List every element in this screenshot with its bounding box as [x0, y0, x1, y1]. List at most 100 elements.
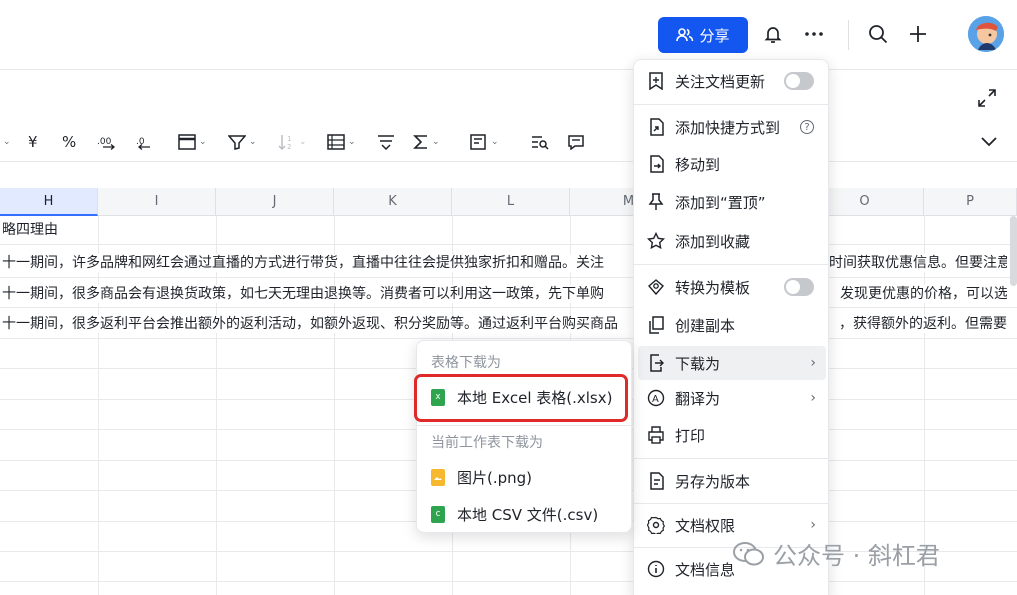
sum-icon[interactable]: ⌄: [413, 130, 440, 154]
submenu-divider: [417, 425, 631, 426]
translate-icon: A: [647, 389, 665, 407]
avatar[interactable]: [968, 16, 1004, 52]
star-icon: [647, 232, 665, 250]
watermark-text: 公众号 · 斜杠君: [773, 542, 940, 570]
column-header-L[interactable]: L: [452, 188, 570, 216]
menu-item-template[interactable]: 转换为模板: [638, 270, 826, 304]
column-header-I[interactable]: I: [98, 188, 216, 216]
shortcut-icon: [647, 118, 665, 136]
menu-divider: [634, 503, 828, 504]
column-header-P[interactable]: P: [924, 188, 1017, 216]
conditional-format-icon[interactable]: ⌄: [327, 130, 356, 154]
menu-item-label: 文档权限: [675, 516, 736, 535]
menu-item-label: 移动到: [675, 155, 721, 174]
menu-item-label: 转换为模板: [675, 278, 751, 297]
menu-item-label: 下载为: [675, 354, 721, 373]
row-line: [0, 244, 1017, 245]
pin-icon: [647, 193, 665, 211]
top-bar: 分享: [0, 0, 1017, 70]
menu-item-label: 添加到“置顶”: [675, 193, 766, 212]
info-icon: [647, 560, 665, 578]
menu-divider: [634, 458, 828, 459]
vertical-scrollbar[interactable]: [1010, 216, 1017, 286]
menu-item-label: 翻译为: [675, 389, 721, 408]
menu-item-label: 创建副本: [675, 316, 736, 335]
cell-text-overflow: 发现更优惠的价格，可以选: [840, 286, 1007, 302]
cell-text-overflow: ，获得额外的返利。但需要: [839, 316, 1007, 332]
decrease-decimal-icon[interactable]: .0: [133, 130, 153, 154]
submenu-section-header: 当前工作表下载为: [431, 435, 543, 451]
column-header-H[interactable]: H: [0, 188, 98, 216]
menu-item-label: 关注文档更新: [675, 72, 766, 91]
gear-icon: [647, 516, 665, 534]
plus-icon[interactable]: [904, 20, 932, 48]
cell-text-overflow: 时间获取优惠信息。但要注意: [829, 255, 1007, 271]
download-png-option[interactable]: 图片(.png): [421, 460, 627, 494]
menu-item-favorite[interactable]: 添加到收藏: [638, 224, 826, 258]
currency-format-button[interactable]: ¥: [28, 130, 38, 154]
share-label: 分享: [699, 26, 730, 45]
column-header-J[interactable]: J: [216, 188, 334, 216]
column-header-K[interactable]: K: [334, 188, 452, 216]
menu-divider: [634, 264, 828, 265]
template-icon: [647, 278, 665, 296]
menu-item-label: 文档信息: [675, 560, 736, 579]
more-icon[interactable]: [800, 20, 828, 48]
cell-text[interactable]: 略四理由: [2, 221, 98, 239]
fullscreen-icon[interactable]: [977, 88, 997, 108]
col-line: [216, 216, 217, 595]
menu-item-label: 另存为版本: [675, 472, 751, 491]
submenu-section-header: 表格下载为: [431, 355, 501, 371]
percent-icon: %: [62, 133, 77, 151]
data-validation-icon[interactable]: ⌄: [470, 130, 499, 154]
wrap-icon[interactable]: [377, 130, 395, 154]
chevron-right-icon: ›: [810, 355, 816, 371]
menu-item-label: 打印: [675, 426, 706, 445]
template-toggle[interactable]: [784, 278, 814, 296]
find-replace-icon[interactable]: [531, 130, 549, 154]
app-window: 分享 ⌄ ¥ % .00 .0 ⌄ ⌄ 1 2 ⌄ ⌄ ⌄ ⌄ H I J K …: [0, 0, 1017, 595]
toolbar-edge-caret-icon[interactable]: ⌄: [0, 130, 11, 154]
chevron-right-icon: ›: [810, 517, 816, 533]
col-line: [98, 216, 99, 595]
download-csv-label: 本地 CSV 文件(.csv): [457, 505, 599, 524]
divider: [848, 20, 849, 50]
search-icon[interactable]: [864, 20, 892, 48]
menu-item-duplicate[interactable]: 创建副本: [638, 308, 826, 342]
freeze-icon[interactable]: ⌄: [178, 130, 207, 154]
svg-text:.00: .00: [97, 137, 112, 147]
percent-format-button[interactable]: %: [62, 130, 76, 154]
help-icon[interactable]: ?: [800, 120, 814, 134]
menu-item-shortcut[interactable]: 添加快捷方式到 ?: [638, 110, 826, 144]
wechat-icon: [733, 541, 765, 567]
filter-icon[interactable]: ⌄: [228, 130, 257, 154]
menu-item-download[interactable]: 下载为 ›: [638, 346, 826, 380]
bell-icon[interactable]: [759, 20, 787, 48]
increase-decimal-icon[interactable]: .00: [97, 130, 117, 154]
follow-toggle[interactable]: [784, 72, 814, 90]
svg-text:1: 1: [287, 135, 291, 143]
sort-icon[interactable]: 1 2 ⌄: [278, 130, 307, 154]
svg-text:A: A: [652, 394, 659, 405]
download-submenu: 表格下载为 x 本地 Excel 表格(.xlsx) 当前工作表下载为 图片(.…: [416, 340, 632, 533]
menu-item-pin[interactable]: 添加到“置顶”: [638, 185, 826, 219]
follow-icon: [647, 72, 665, 90]
currency-icon: ¥: [28, 133, 38, 151]
image-file-icon: [431, 468, 445, 486]
row-line: [0, 307, 1017, 308]
version-icon: [647, 472, 665, 490]
collapse-toolbar-icon[interactable]: [980, 130, 998, 154]
comment-icon[interactable]: [567, 130, 585, 154]
menu-item-move[interactable]: 移动到: [638, 147, 826, 181]
menu-item-print[interactable]: 打印: [638, 418, 826, 452]
menu-item-save-version[interactable]: 另存为版本: [638, 464, 826, 498]
svg-text:2: 2: [287, 143, 291, 150]
download-csv-option[interactable]: c 本地 CSV 文件(.csv): [421, 497, 627, 531]
menu-divider: [634, 104, 828, 105]
share-button[interactable]: 分享: [658, 17, 748, 53]
menu-item-follow[interactable]: 关注文档更新: [638, 64, 826, 98]
highlight-annotation-box: [414, 374, 628, 422]
menu-item-translate[interactable]: A 翻译为 ›: [638, 381, 826, 415]
download-png-label: 图片(.png): [457, 468, 533, 487]
col-line: [334, 216, 335, 595]
